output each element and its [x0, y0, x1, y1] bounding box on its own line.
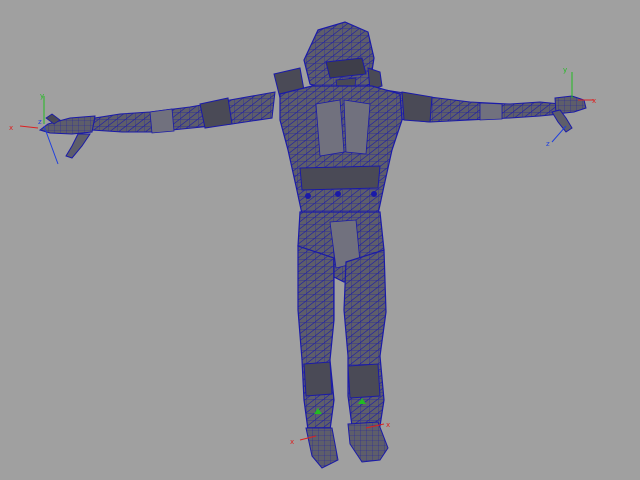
x-axis-label: x	[9, 124, 13, 132]
x-axis-label: x	[386, 421, 390, 429]
torso-mesh	[279, 85, 403, 215]
z-axis-handle[interactable]	[551, 125, 567, 143]
y-axis-label: y	[40, 92, 44, 100]
right-hand-mesh	[551, 95, 587, 133]
x-axis-handle[interactable]	[19, 125, 39, 129]
x-axis-label: x	[592, 97, 596, 105]
left-leg-mesh	[297, 245, 339, 469]
left-hand-mesh	[38, 113, 96, 159]
y-axis-label: y	[563, 66, 567, 74]
right-arm-mesh	[384, 89, 561, 123]
3d-viewport[interactable]: x y z x y z x x	[0, 0, 640, 480]
x-axis-label: x	[290, 438, 294, 446]
left-arm-mesh	[91, 91, 276, 134]
character-mesh[interactable]	[38, 21, 587, 469]
scene-canvas[interactable]: x y z x y z x x	[0, 0, 640, 480]
z-axis-label: z	[546, 140, 550, 148]
z-axis-label: z	[38, 118, 42, 126]
right-leg-mesh	[343, 249, 389, 463]
